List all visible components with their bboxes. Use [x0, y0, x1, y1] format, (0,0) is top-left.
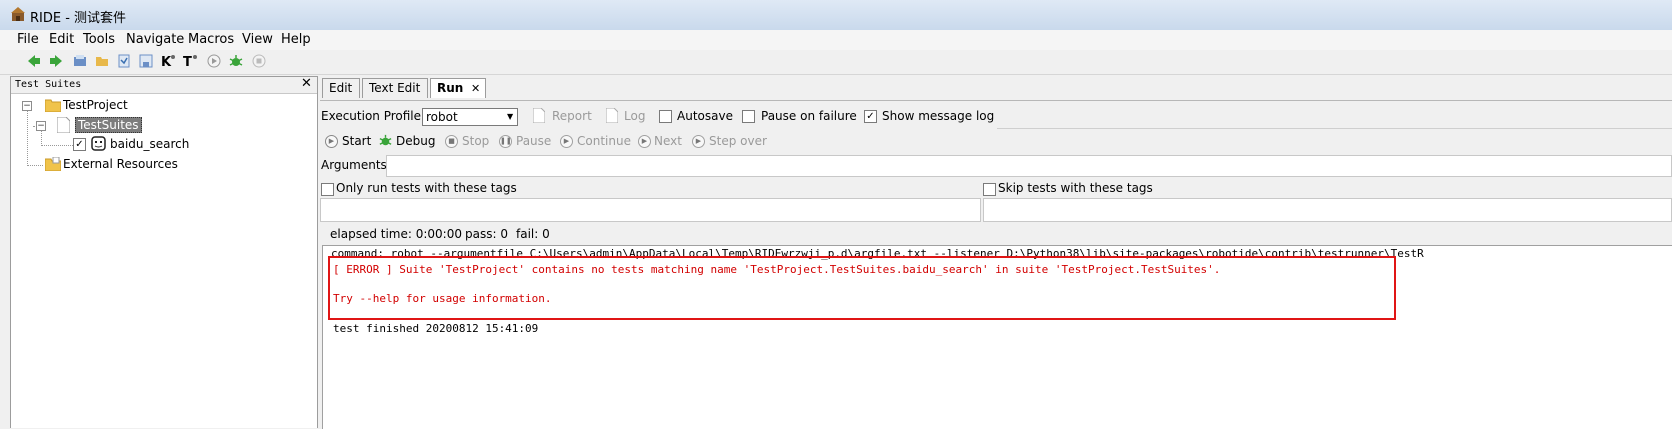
- open-icon[interactable]: [72, 53, 88, 69]
- toolbar: K T: [0, 50, 1672, 75]
- only-run-tags-checkbox[interactable]: [321, 183, 334, 196]
- log-help-line: Try --help for usage information.: [333, 292, 552, 305]
- elapsed-time-status: elapsed time: 0:00:00: [330, 227, 462, 241]
- message-log-output[interactable]: command: robot --argumentfile C:\Users\a…: [322, 245, 1672, 429]
- tree-line: [27, 111, 28, 166]
- pause-icon: ❚❚: [499, 135, 512, 148]
- file-icon: [57, 117, 70, 133]
- pause-on-failure-label: Pause on failure: [761, 109, 857, 123]
- back-icon[interactable]: [26, 53, 42, 69]
- menu-bar: File Edit Tools Navigate Macros View Hel…: [0, 30, 1672, 50]
- run-icon[interactable]: [206, 53, 222, 69]
- window-title: RIDE - 测试套件: [30, 11, 127, 26]
- execution-profile-select[interactable]: robot ▼: [422, 108, 518, 126]
- menu-navigate[interactable]: Navigate: [126, 32, 184, 47]
- execution-profile-label: Execution Profile:: [321, 109, 426, 123]
- tab-text-edit[interactable]: Text Edit: [362, 78, 428, 98]
- tree-line: [27, 165, 43, 166]
- expand-toggle[interactable]: −: [22, 101, 32, 111]
- log-file-icon: [606, 108, 618, 123]
- debug-icon[interactable]: [228, 53, 244, 69]
- debug-icon: [379, 134, 392, 146]
- test-suites-panel: Test Suites ✕ − TestProject − TestSuites…: [10, 76, 318, 428]
- arguments-input[interactable]: [386, 155, 1672, 177]
- include-tags-input[interactable]: [320, 198, 981, 222]
- tab-run-label: Run: [437, 81, 464, 95]
- resources-folder-icon: [45, 157, 61, 171]
- chevron-down-icon: ▼: [507, 112, 514, 121]
- search-test-icon[interactable]: T: [182, 53, 198, 69]
- menu-tools[interactable]: Tools: [83, 32, 115, 47]
- menu-help[interactable]: Help: [281, 32, 311, 47]
- step-over-button[interactable]: Step over: [709, 134, 767, 148]
- open-dir-icon[interactable]: [94, 53, 110, 69]
- log-error-line: [ ERROR ] Suite 'TestProject' contains n…: [333, 263, 1221, 276]
- log-finished-line: test finished 20200812 15:41:09: [333, 322, 539, 335]
- start-button[interactable]: Start: [342, 134, 371, 148]
- search-keyword-icon[interactable]: K: [160, 53, 176, 69]
- tab-text-edit-label: Text Edit: [369, 81, 421, 95]
- menu-edit[interactable]: Edit: [49, 32, 74, 47]
- forward-icon[interactable]: [48, 53, 64, 69]
- ride-app-icon: [11, 7, 25, 21]
- stop-button[interactable]: Stop: [462, 134, 489, 148]
- panel-title: Test Suites: [15, 79, 82, 90]
- toolbar-separator: [997, 104, 1672, 129]
- svg-text:T: T: [183, 55, 192, 69]
- pass-count-status: pass: 0: [465, 227, 508, 241]
- expand-toggle[interactable]: −: [36, 121, 46, 131]
- svg-text:K: K: [161, 55, 172, 69]
- skip-tags-label: Skip tests with these tags: [998, 181, 1153, 195]
- stop-icon[interactable]: [251, 53, 267, 69]
- autosave-label: Autosave: [677, 109, 733, 123]
- tree-item-testproject[interactable]: TestProject: [63, 98, 128, 112]
- continue-icon: ▶: [560, 135, 573, 148]
- tree-item-external-resources[interactable]: External Resources: [63, 157, 178, 171]
- menu-macros[interactable]: Macros: [188, 32, 234, 47]
- run-panel: Execution Profile: robot ▼ Report Log Au…: [320, 100, 1672, 429]
- tree-item-baidu-search[interactable]: baidu_search: [110, 137, 189, 151]
- stop-icon: ■: [445, 135, 458, 148]
- menu-view[interactable]: View: [242, 32, 273, 47]
- panel-close-button[interactable]: ✕: [301, 76, 312, 91]
- save-icon[interactable]: [138, 53, 154, 69]
- fail-count-status: fail: 0: [516, 227, 550, 241]
- tree-line: [41, 145, 77, 146]
- report-file-icon: [533, 108, 545, 123]
- exclude-tags-input[interactable]: [983, 198, 1672, 222]
- tab-edit[interactable]: Edit: [322, 78, 360, 98]
- title-bar: RIDE - 测试套件: [0, 0, 1672, 31]
- only-run-tags-label: Only run tests with these tags: [336, 181, 517, 195]
- debug-button[interactable]: Debug: [396, 134, 435, 148]
- arguments-label: Arguments:: [321, 158, 391, 172]
- panel-header: Test Suites ✕: [11, 76, 317, 94]
- execution-profile-value: robot: [426, 110, 458, 124]
- next-button[interactable]: Next: [654, 134, 682, 148]
- pause-on-failure-checkbox[interactable]: [742, 110, 755, 123]
- show-message-log-checkbox[interactable]: ✓: [864, 110, 877, 123]
- tab-close-button[interactable]: ✕: [471, 82, 480, 95]
- tab-edit-label: Edit: [329, 81, 353, 95]
- robot-icon: [91, 136, 106, 151]
- autosave-checkbox[interactable]: [659, 110, 672, 123]
- continue-button[interactable]: Continue: [577, 134, 631, 148]
- start-icon: ▶: [325, 135, 338, 148]
- tree-line: [41, 131, 42, 146]
- open-resource-icon[interactable]: [116, 53, 132, 69]
- testcase-checkbox[interactable]: ✓: [73, 138, 86, 151]
- show-message-log-label: Show message log: [882, 109, 995, 123]
- menu-file[interactable]: File: [17, 32, 39, 47]
- skip-tags-checkbox[interactable]: [983, 183, 996, 196]
- log-button[interactable]: Log: [624, 109, 645, 123]
- pause-button[interactable]: Pause: [516, 134, 551, 148]
- next-icon: ▶: [638, 135, 651, 148]
- folder-icon: [45, 99, 61, 112]
- step-over-icon: ▶: [692, 135, 705, 148]
- tab-run[interactable]: Run ✕: [430, 78, 486, 98]
- report-button[interactable]: Report: [552, 109, 592, 123]
- tree-item-testsuites[interactable]: TestSuites: [75, 117, 142, 133]
